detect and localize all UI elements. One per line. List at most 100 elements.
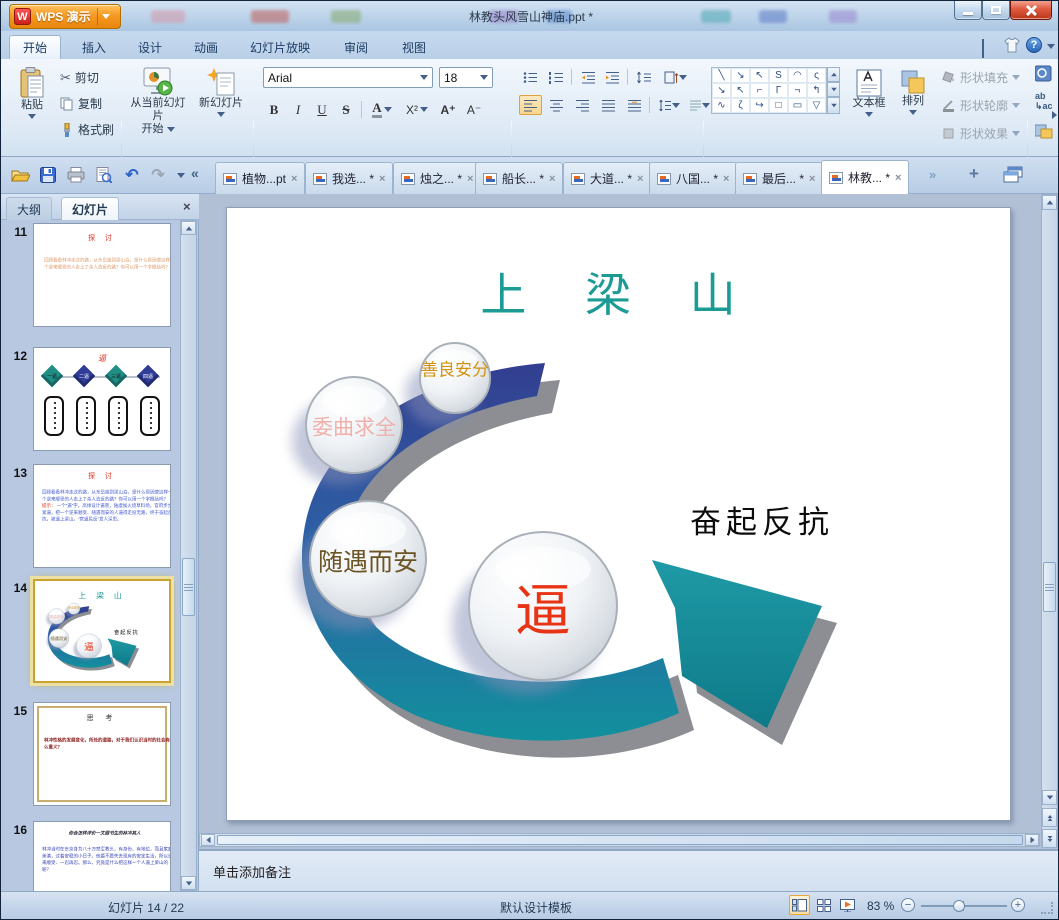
toolbar-dropdown[interactable]	[177, 173, 185, 178]
shape-cell[interactable]: ⌐	[750, 83, 769, 98]
slide-title[interactable]: 上 梁 山	[480, 268, 757, 322]
increase-indent-button[interactable]	[601, 67, 624, 87]
italic-button[interactable]: I	[287, 99, 309, 120]
shape-cell[interactable]: ς	[807, 68, 826, 83]
panel-scrollbar[interactable]	[180, 220, 197, 891]
close-button[interactable]	[1010, 1, 1052, 20]
replace-icon[interactable]: ab ↳ac	[1035, 91, 1053, 112]
undo-button[interactable]: ↶	[121, 164, 143, 186]
slide-sorter-button[interactable]	[813, 895, 834, 915]
shape-cell[interactable]: ╲	[712, 68, 731, 83]
design-template-label[interactable]: 默认设计模板	[291, 899, 781, 916]
shape-cell[interactable]: S	[769, 68, 788, 83]
maximize-button[interactable]	[982, 1, 1010, 20]
tab-outline[interactable]: 大纲	[6, 197, 53, 220]
close-tab-icon[interactable]: ×	[379, 173, 385, 185]
panel-splitter[interactable]	[197, 194, 200, 891]
scroll-right-button[interactable]	[1025, 834, 1039, 846]
cut-button[interactable]: ✂ 剪切	[57, 67, 102, 88]
close-tab-icon[interactable]: ×	[291, 173, 297, 185]
tab-design[interactable]: 设计	[125, 35, 175, 59]
panel-scroll-thumb[interactable]	[182, 558, 195, 616]
shape-outline-button[interactable]: 形状轮廓	[939, 95, 1023, 116]
close-tab-icon[interactable]: ×	[723, 173, 729, 185]
decrease-indent-button[interactable]	[577, 67, 600, 87]
doc-tab[interactable]: 植物...pt ×	[215, 162, 306, 194]
tab-animation[interactable]: 动画	[181, 35, 231, 59]
collapse-tabs-button[interactable]: «	[191, 165, 199, 181]
shape-cell[interactable]: ζ	[731, 98, 750, 113]
font-size-combo[interactable]: 18	[439, 67, 493, 88]
open-button[interactable]	[9, 164, 31, 186]
panel-scroll-up[interactable]	[181, 221, 196, 235]
shape-fill-button[interactable]: 形状填充	[939, 67, 1023, 88]
shape-cell[interactable]: ∿	[712, 98, 731, 113]
slide-thumbnail-15[interactable]: 思 考 林冲性格的发展变化，所处的道路，对于我们认识当时的社会有什么意义？	[33, 702, 171, 806]
print-preview-button[interactable]	[93, 164, 115, 186]
doc-tab[interactable]: 我选... * ×	[305, 162, 394, 194]
tab-view[interactable]: 视图	[389, 35, 439, 59]
normal-view-button[interactable]	[789, 895, 810, 915]
shape-cell[interactable]: ↖	[750, 68, 769, 83]
collapse-ribbon-button[interactable]	[982, 39, 984, 59]
cascade-windows-button[interactable]	[1003, 166, 1023, 183]
tab-slides[interactable]: 幻灯片	[61, 197, 120, 220]
align-center-button[interactable]	[545, 95, 568, 115]
close-tab-icon[interactable]: ×	[637, 173, 643, 185]
skin-button[interactable]	[1003, 37, 1021, 58]
text-direction-button[interactable]	[659, 67, 691, 87]
underline-button[interactable]: U	[311, 99, 333, 120]
close-tab-icon[interactable]: ×	[809, 173, 815, 185]
new-slide-button[interactable]: 新幻灯片	[193, 63, 249, 149]
save-button[interactable]	[37, 164, 59, 186]
scroll-up-button[interactable]	[1042, 195, 1057, 210]
strikethrough-button[interactable]: S	[335, 99, 357, 120]
gallery-up-button[interactable]	[827, 67, 840, 82]
close-tab-icon[interactable]: ×	[467, 173, 473, 185]
paste-button[interactable]: 粘贴	[11, 63, 53, 149]
help-button[interactable]: ?	[1026, 37, 1042, 53]
panel-scroll-down[interactable]	[181, 876, 196, 890]
more-tabs-button[interactable]: »	[929, 167, 936, 182]
slide-thumbnail-14-selected[interactable]	[33, 579, 171, 683]
shape-cell[interactable]: ¬	[788, 83, 807, 98]
shape-cell[interactable]: ◠	[788, 68, 807, 83]
horizontal-scrollbar[interactable]	[199, 833, 1040, 847]
notes-pane[interactable]: 单击添加备注	[199, 849, 1058, 891]
more-options-dropdown[interactable]	[1047, 44, 1055, 49]
vertical-scroll-thumb[interactable]	[1043, 562, 1056, 612]
tab-slideshow[interactable]: 幻灯片放映	[237, 35, 323, 59]
doc-tab[interactable]: 大道... * ×	[563, 162, 652, 194]
slide-thumbnail-13[interactable]: 探 讨 回顾看看林冲走过的路，从东岳庙到梁山泊，是什么原因使这样一个逆来顺受的人…	[33, 464, 171, 568]
ball-label-weiqu[interactable]: 委曲求全	[312, 417, 396, 440]
shape-cell[interactable]: ↘	[731, 68, 750, 83]
horizontal-scroll-thumb[interactable]	[217, 835, 1023, 845]
slide-right-text[interactable]: 奋起反抗	[690, 505, 834, 541]
vertical-scrollbar[interactable]	[1041, 194, 1058, 848]
ball-label-shanliang[interactable]: 善良安分	[421, 360, 489, 379]
textbox-button[interactable]: 文本框	[847, 65, 891, 149]
new-tab-button[interactable]: +	[969, 164, 979, 184]
previous-slide-button[interactable]	[1042, 808, 1057, 827]
shape-cell[interactable]: ▽	[807, 98, 826, 113]
tab-review[interactable]: 审阅	[331, 35, 381, 59]
zoom-slider-thumb[interactable]	[953, 900, 965, 912]
find-icon[interactable]	[1035, 65, 1057, 83]
expand-ribbon-arrow[interactable]	[1052, 111, 1057, 119]
numbering-button[interactable]	[545, 67, 568, 87]
align-right-button[interactable]	[571, 95, 594, 115]
tab-insert[interactable]: 插入	[69, 35, 119, 59]
line-spacing-rule-button[interactable]	[633, 67, 656, 87]
slide-canvas[interactable]: 上 梁 山 委曲求全 善良安分 随遇而安 逼 奋起反抗	[226, 207, 1011, 821]
shape-cell[interactable]: ↖	[731, 83, 750, 98]
bold-button[interactable]: B	[263, 99, 285, 120]
shape-cell[interactable]: Γ	[769, 83, 788, 98]
format-painter-button[interactable]: 格式刷	[57, 119, 117, 140]
redo-button[interactable]: ↷	[147, 164, 169, 186]
close-tab-icon[interactable]: ×	[549, 173, 555, 185]
print-button[interactable]	[65, 164, 87, 186]
zoom-in-button[interactable]: +	[1011, 898, 1025, 912]
font-color-button[interactable]: A	[367, 99, 397, 120]
ball-label-suiyu[interactable]: 随遇而安	[318, 549, 418, 577]
shape-cell[interactable]: □	[769, 98, 788, 113]
